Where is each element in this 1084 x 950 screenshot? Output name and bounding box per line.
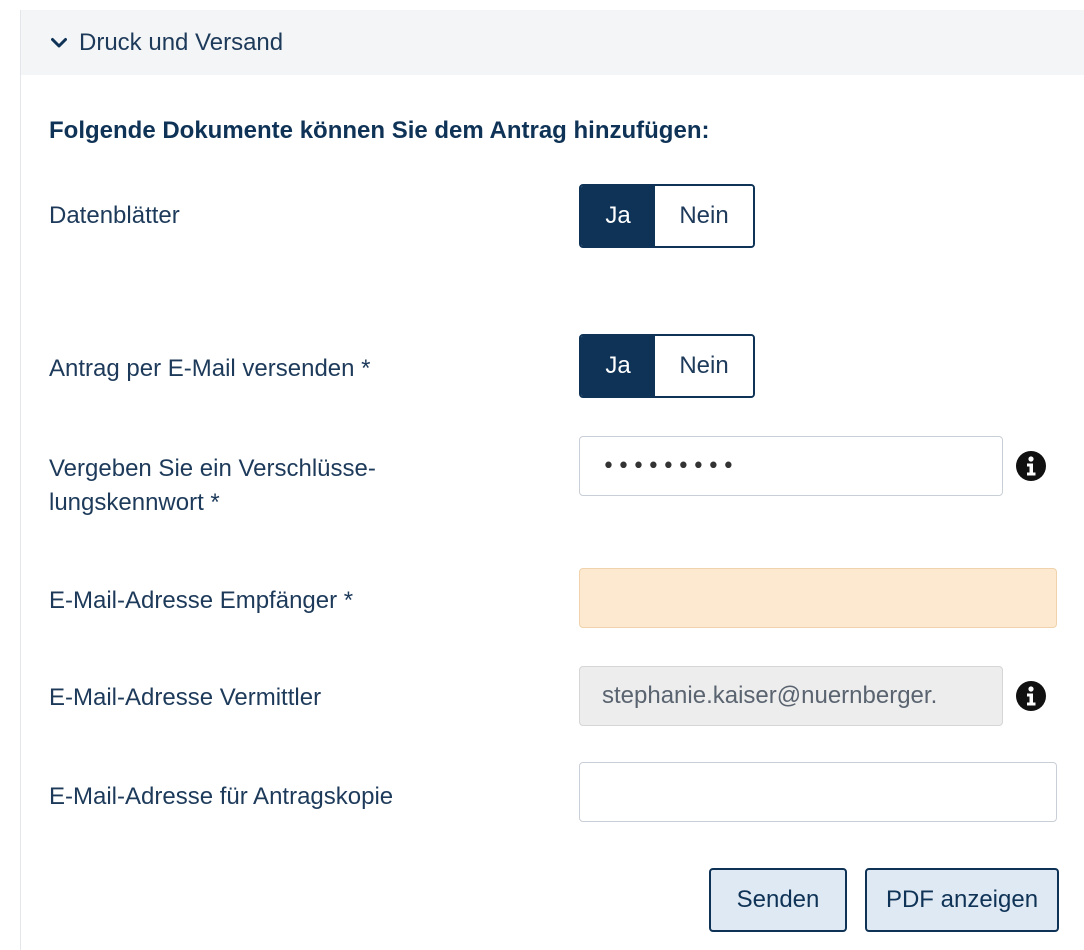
copy-email-input[interactable] [579, 762, 1057, 822]
show-pdf-button[interactable]: PDF anzeigen [865, 868, 1059, 932]
broker-email-input: stephanie.kaiser@nuernberger. [579, 666, 1003, 726]
email-send-toggle: Ja Nein [579, 334, 755, 398]
copy-email-label: E-Mail-Adresse für Antragskopie [49, 783, 394, 810]
info-icon[interactable] [1015, 680, 1047, 712]
panel-header[interactable]: Druck und Versand [21, 10, 1084, 75]
password-label-line1: Vergeben Sie ein Verschlüsse- [49, 455, 376, 482]
recipient-email-input[interactable] [579, 568, 1057, 628]
datenblaetter-yes-option[interactable]: Ja [581, 186, 655, 246]
print-and-send-panel: Druck und Versand Folgende Dokumente kön… [20, 10, 1084, 950]
datenblaetter-no-option[interactable]: Nein [655, 186, 753, 246]
datenblaetter-toggle: Ja Nein [579, 184, 755, 248]
email-send-no-option[interactable]: Nein [655, 336, 753, 396]
recipient-email-label: E-Mail-Adresse Empfänger * [49, 587, 354, 614]
password-input[interactable]: ••••••••• [579, 436, 1003, 496]
send-button[interactable]: Senden [709, 868, 847, 932]
broker-email-label: E-Mail-Adresse Vermittler [49, 684, 322, 711]
password-label-line2: lungskennwort * [49, 489, 220, 516]
email-send-label: Antrag per E-Mail versenden * [49, 355, 371, 382]
datenblaetter-label: Datenblätter [49, 202, 180, 229]
email-send-yes-option[interactable]: Ja [581, 336, 655, 396]
password-label: Vergeben Sie ein Verschlüsse- lungskennw… [49, 452, 529, 520]
chevron-down-icon [51, 37, 67, 47]
section-heading: Folgende Dokumente können Sie dem Antrag… [49, 117, 710, 144]
panel-title: Druck und Versand [79, 28, 284, 56]
info-icon[interactable] [1015, 450, 1047, 482]
